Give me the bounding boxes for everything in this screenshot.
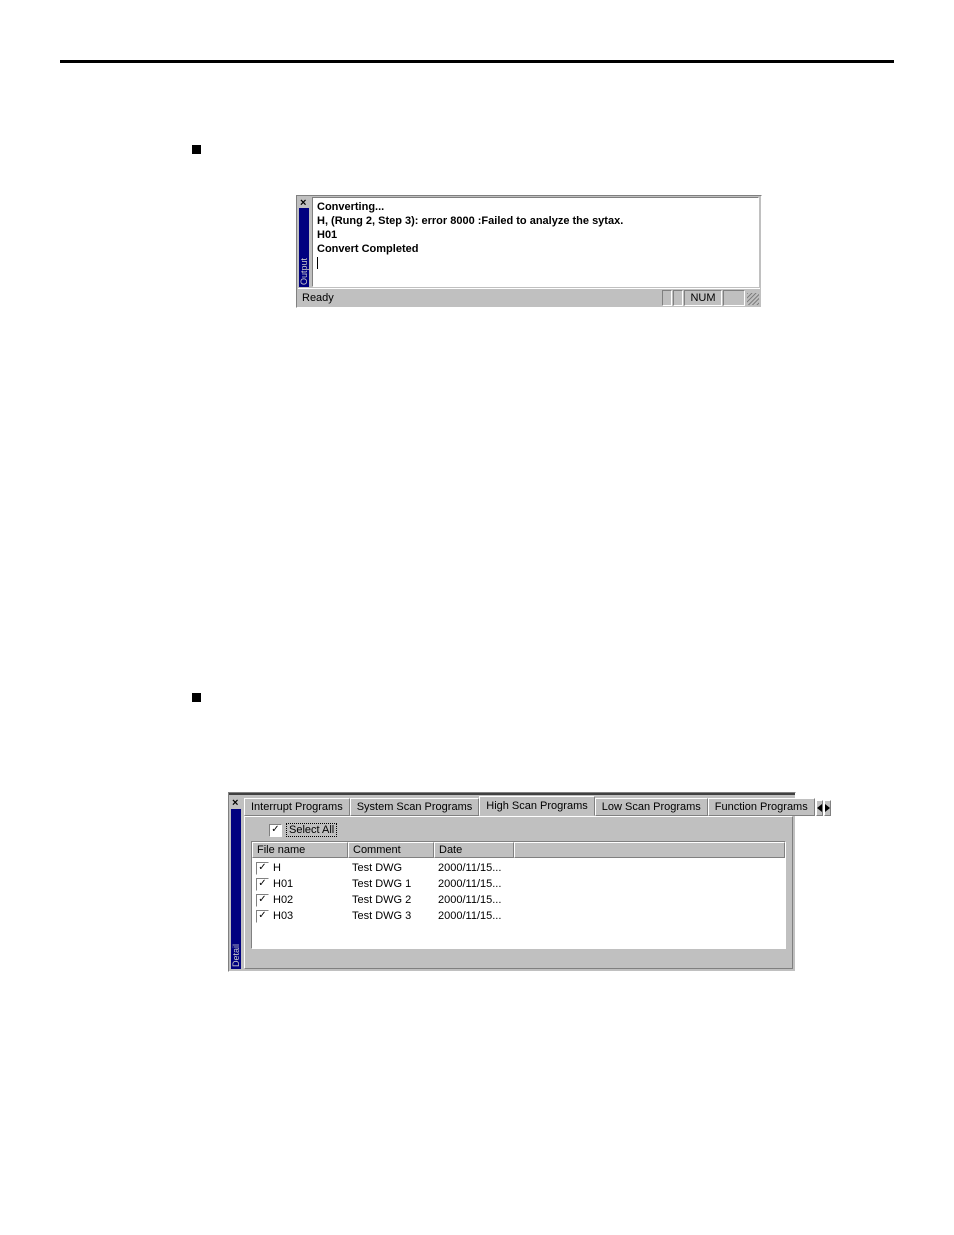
panel-top-accent bbox=[229, 793, 795, 795]
list-item[interactable]: ✓ H02 Test DWG 2 2000/11/15... bbox=[252, 892, 785, 908]
column-header-file[interactable]: File name bbox=[252, 842, 348, 858]
tab-function-programs[interactable]: Function Programs bbox=[708, 798, 815, 816]
cell-date: 2000/11/15... bbox=[434, 910, 514, 922]
select-all-checkbox[interactable]: ✓ bbox=[269, 824, 282, 837]
cell-date: 2000/11/15... bbox=[434, 894, 514, 906]
tab-low-scan-programs[interactable]: Low Scan Programs bbox=[595, 798, 708, 816]
cell-date: 2000/11/15... bbox=[434, 878, 514, 890]
column-header-comment[interactable]: Comment bbox=[348, 842, 434, 858]
select-all-label[interactable]: Select All bbox=[286, 823, 337, 837]
select-all-row: ✓ Select All bbox=[251, 823, 786, 837]
cell-comment: Test DWG 3 bbox=[348, 910, 434, 922]
tab-system-scan-programs[interactable]: System Scan Programs bbox=[350, 798, 480, 816]
resize-grip-icon[interactable] bbox=[746, 290, 760, 306]
console-line: Convert Completed bbox=[317, 243, 418, 255]
tab-scroll-left-button[interactable] bbox=[816, 800, 823, 816]
cell-file: H01 bbox=[273, 878, 293, 890]
cell-file: H03 bbox=[273, 910, 293, 922]
row-checkbox[interactable]: ✓ bbox=[256, 878, 269, 891]
listview-header: File name Comment Date bbox=[252, 842, 785, 858]
panel-strip-label: Output bbox=[299, 258, 310, 285]
section-bullet bbox=[192, 145, 201, 154]
file-listview[interactable]: File name Comment Date ✓ H Test DWG 2000/… bbox=[251, 841, 786, 949]
cell-comment: Test DWG 1 bbox=[348, 878, 434, 890]
tab-strip: Interrupt Programs System Scan Programs … bbox=[244, 796, 793, 816]
row-checkbox[interactable]: ✓ bbox=[256, 894, 269, 907]
list-item[interactable]: ✓ H01 Test DWG 1 2000/11/15... bbox=[252, 876, 785, 892]
console-line: Converting... bbox=[317, 201, 384, 213]
section-bullet bbox=[192, 693, 201, 702]
text-caret bbox=[317, 257, 318, 269]
row-checkbox[interactable]: ✓ bbox=[256, 862, 269, 875]
detail-panel: × Detail Interrupt Programs System Scan … bbox=[228, 792, 796, 972]
status-cell bbox=[723, 290, 745, 306]
console-output: Converting... H, (Rung 2, Step 3): error… bbox=[312, 197, 759, 287]
list-item[interactable]: ✓ H03 Test DWG 3 2000/11/15... bbox=[252, 908, 785, 924]
cell-file: H02 bbox=[273, 894, 293, 906]
column-header-date[interactable]: Date bbox=[434, 842, 514, 858]
list-item[interactable]: ✓ H Test DWG 2000/11/15... bbox=[252, 860, 785, 876]
tab-scroll-right-button[interactable] bbox=[824, 800, 831, 816]
cell-date: 2000/11/15... bbox=[434, 862, 514, 874]
panel-strip-label: Detail bbox=[231, 944, 242, 967]
cell-file: H bbox=[273, 862, 281, 874]
tab-body: ✓ Select All File name Comment Date ✓ H T… bbox=[244, 816, 793, 969]
console-line: H01 bbox=[317, 229, 337, 241]
status-cell bbox=[673, 290, 683, 306]
top-rule bbox=[60, 60, 894, 63]
listview-body: ✓ H Test DWG 2000/11/15... ✓ H01 Test DWG … bbox=[252, 858, 785, 926]
chevron-right-icon bbox=[825, 804, 830, 812]
status-cell bbox=[662, 290, 672, 306]
console-line: H, (Rung 2, Step 3): error 8000 :Failed … bbox=[317, 215, 623, 227]
tab-high-scan-programs[interactable]: High Scan Programs bbox=[479, 796, 595, 816]
row-checkbox[interactable]: ✓ bbox=[256, 910, 269, 923]
close-icon[interactable]: × bbox=[232, 797, 238, 809]
chevron-left-icon bbox=[817, 804, 822, 812]
status-text: Ready bbox=[298, 292, 662, 304]
cell-comment: Test DWG 2 bbox=[348, 894, 434, 906]
output-panel: × Output Converting... H, (Rung 2, Step … bbox=[296, 195, 762, 308]
status-bar: Ready NUM bbox=[298, 288, 760, 306]
column-header-spacer bbox=[514, 842, 785, 858]
status-num: NUM bbox=[684, 290, 722, 306]
tab-interrupt-programs[interactable]: Interrupt Programs bbox=[244, 798, 350, 816]
cell-comment: Test DWG bbox=[348, 862, 434, 874]
